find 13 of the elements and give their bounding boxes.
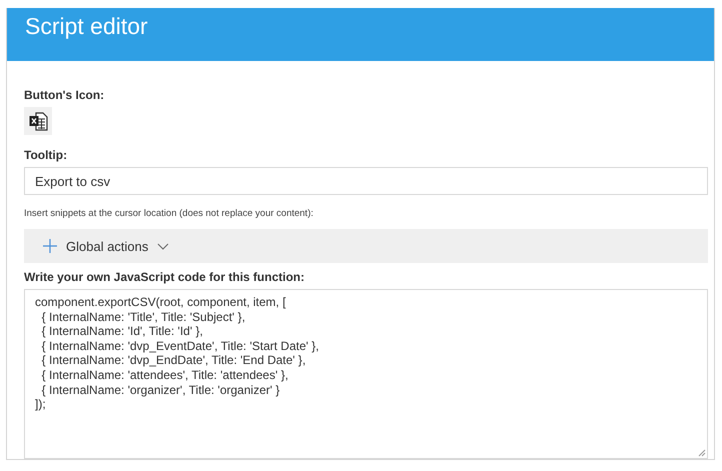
chevron-icon: [157, 242, 170, 250]
resize-grip-icon[interactable]: [698, 449, 706, 457]
field-label: Button's Icon:: [24, 88, 104, 102]
window-title: Script editor: [25, 13, 148, 40]
icon-picker-button[interactable]: [24, 107, 52, 135]
field-label: Tooltip:: [24, 148, 68, 162]
hint-text: Insert snippets at the cursor location (does not replace your content):: [24, 208, 314, 219]
field-label: Write your own JavaScript code for this function:: [24, 270, 304, 284]
spreadsheet-icon: [28, 111, 48, 131]
global-actions-menu[interactable]: Global actions: [43, 238, 170, 254]
plus-icon: [43, 239, 57, 253]
tooltip-field[interactable]: Export to csv: [24, 167, 708, 195]
code-editor[interactable]: component.exportCSV(root, component, item, [ { InternalName: 'Title', Title: 'Subject' }, { InternalName: 'Id', Title: 'Id' }, { InternalName: 'dvp_EventDate', Title: 'Start Date' }, { InternalName: 'dvp_EndDate', Title: 'End Date' }, { InternalName: 'attendees', Title: 'attendees' }, { InternalName: 'organizer', Title: 'organizer' } ]);: [24, 289, 708, 459]
